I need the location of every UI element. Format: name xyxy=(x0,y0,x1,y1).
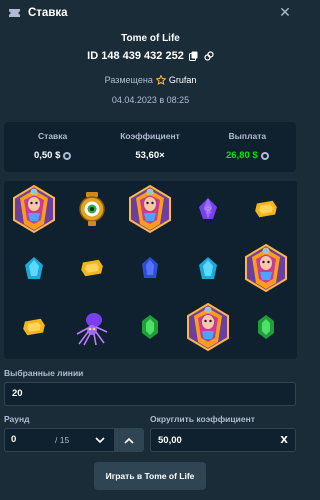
reel-cell xyxy=(237,241,295,299)
reel-cell xyxy=(121,241,179,299)
reel-cell xyxy=(179,300,237,358)
round-label: Раунд xyxy=(4,414,30,424)
slot-reels-grid: 𓂀 xyxy=(4,181,297,359)
reel-cell: 𓂀 xyxy=(179,182,237,240)
stat-payout-value: 26,80 $ xyxy=(226,150,269,161)
reel-cell xyxy=(237,182,295,240)
link-icon[interactable] xyxy=(204,51,214,61)
modal-title: Ставка xyxy=(28,7,68,19)
stat-coef-label: Коэффициент xyxy=(120,131,180,141)
reel-cell xyxy=(63,241,121,299)
green-gem-icon xyxy=(256,314,276,345)
cyan-gem-icon xyxy=(23,256,45,285)
pharaoh-icon xyxy=(185,302,231,357)
round-down-button[interactable] xyxy=(85,429,114,451)
stat-payout-label: Выплата xyxy=(228,131,267,141)
lines-label: Выбранные линии xyxy=(4,368,84,378)
ticket-icon xyxy=(8,7,22,19)
bet-stats-panel: Ставка 0,50 $ Коэффициент 53,60× Выплата… xyxy=(4,122,296,172)
svg-text:𓂀: 𓂀 xyxy=(204,206,213,214)
pharaoh-icon xyxy=(11,184,57,239)
cyan-gem-icon xyxy=(197,256,219,285)
stat-payout: Выплата 26,80 $ xyxy=(199,122,296,172)
play-game-button[interactable]: Играть в Tome of Life xyxy=(94,462,206,490)
placed-by-row: Размещена Grufan xyxy=(0,75,301,85)
round-input[interactable]: 0 xyxy=(5,429,55,451)
reel-cell xyxy=(121,182,179,240)
reel-cell xyxy=(237,300,295,358)
yellow-gem-icon xyxy=(80,258,104,283)
placed-label: Размещена xyxy=(104,75,153,85)
yellow-gem-icon xyxy=(254,199,278,224)
lines-input[interactable]: 20 xyxy=(4,382,296,406)
coin-icon xyxy=(63,151,72,160)
eye-amulet-icon xyxy=(77,191,107,232)
modal-header: Ставка ✕ xyxy=(0,0,301,26)
stat-bet-value: 0,50 $ xyxy=(33,150,72,161)
reel-cell xyxy=(63,300,121,358)
reel-cell xyxy=(5,182,63,240)
reel-cell xyxy=(5,300,63,358)
bet-date: 04.04.2023 в 08:25 xyxy=(111,95,190,105)
spider-icon xyxy=(74,308,110,351)
coef-round-input[interactable]: 50,00 X xyxy=(150,428,296,452)
yellow-gem-icon xyxy=(22,317,46,342)
username-link[interactable]: Grufan xyxy=(169,75,197,85)
game-name[interactable]: Tome of Life xyxy=(0,33,301,44)
star-icon xyxy=(155,75,166,85)
stat-bet-label: Ставка xyxy=(38,131,68,141)
stat-payout-amount: 26,80 $ xyxy=(225,150,258,161)
purple-gem-icon: 𓂀 xyxy=(197,197,219,226)
clear-icon[interactable]: X xyxy=(280,435,288,446)
close-icon[interactable]: ✕ xyxy=(278,6,292,20)
reel-cell xyxy=(63,182,121,240)
copy-icon[interactable] xyxy=(189,51,199,61)
pharaoh-icon xyxy=(127,184,173,239)
blue-gem-icon xyxy=(140,256,160,285)
coef-round-value: 50,00 xyxy=(158,434,182,446)
green-gem-icon xyxy=(140,314,160,345)
reel-cell xyxy=(179,241,237,299)
stat-bet: Ставка 0,50 $ xyxy=(4,122,101,172)
bet-id: ID 148 439 432 252 xyxy=(87,50,184,62)
chevron-down-icon xyxy=(94,436,105,443)
reel-cell xyxy=(5,241,63,299)
stat-bet-amount: 0,50 $ xyxy=(33,150,61,161)
stat-coefficient: Коэффициент 53,60× xyxy=(101,122,198,172)
coef-round-label: Округлить коэффициент xyxy=(150,414,255,424)
round-up-button[interactable] xyxy=(114,429,143,451)
stat-coef-value: 53,60× xyxy=(135,150,165,161)
coin-icon xyxy=(260,151,269,160)
pharaoh-icon xyxy=(243,243,289,298)
reel-cell xyxy=(121,300,179,358)
bet-id-row: ID 148 439 432 252 xyxy=(0,50,301,62)
round-total: / 15 xyxy=(55,435,70,445)
chevron-up-icon xyxy=(123,437,134,444)
round-stepper: 0 / 15 xyxy=(4,428,144,452)
